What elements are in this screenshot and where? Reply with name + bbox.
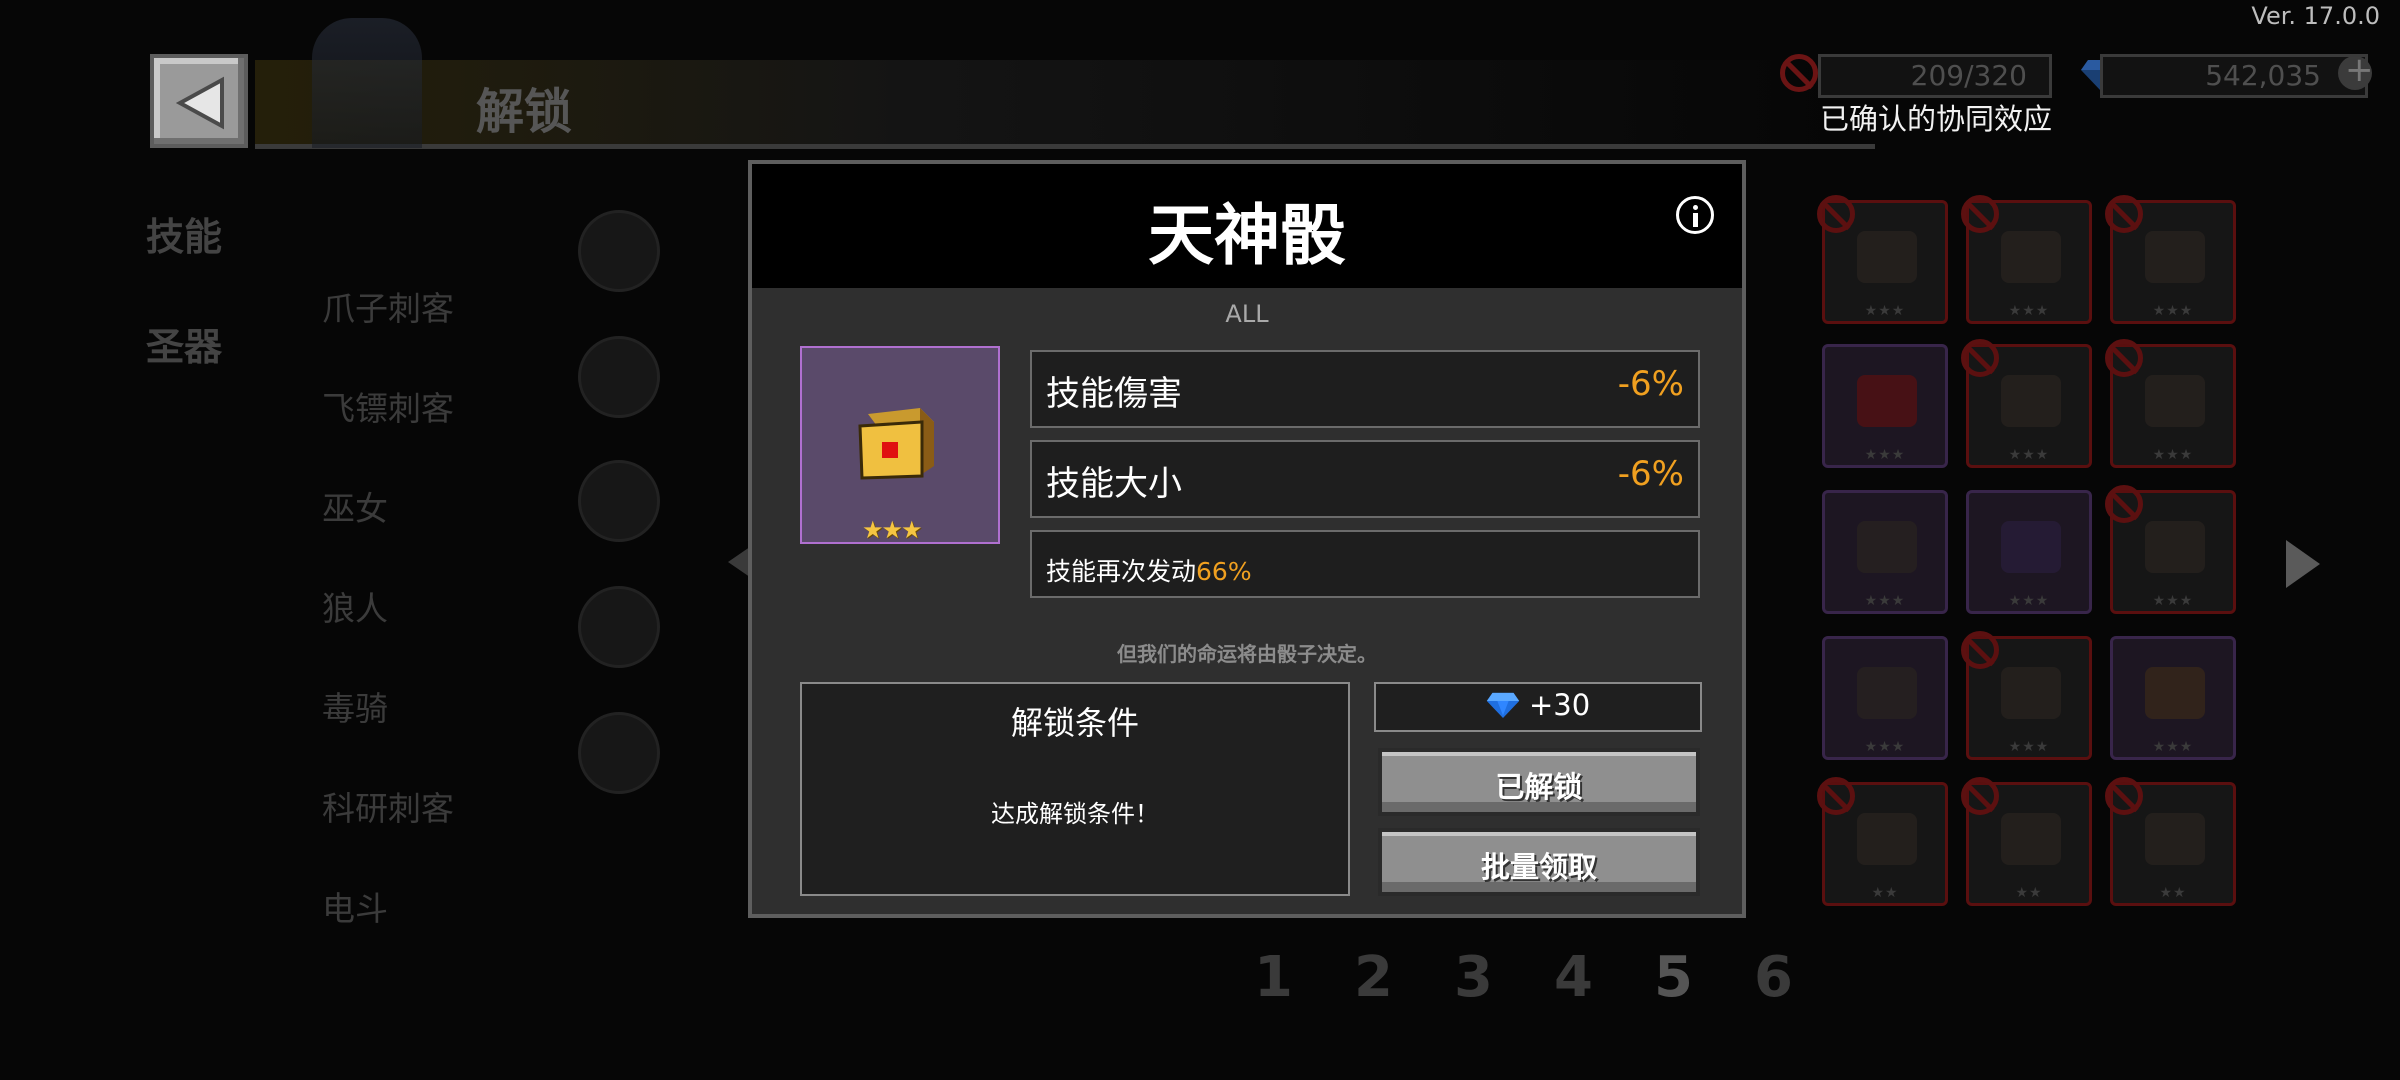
relic-slot[interactable]: ★★★: [2105, 195, 2236, 324]
reward-amount: +30: [1529, 688, 1591, 722]
character-portrait: [312, 18, 422, 148]
unlock-condition-box: 解锁条件 达成解锁条件！: [800, 682, 1350, 896]
extra-stat-value: 66%: [1196, 557, 1252, 586]
class-item[interactable]: 狼人: [322, 582, 388, 630]
relic-slot[interactable]: ★★★: [1822, 344, 1948, 468]
locked-count: 209/320: [1910, 59, 2027, 92]
extra-stat-row: 技能再次发动66%: [1030, 530, 1700, 598]
relic-icon-frame: ★★★: [800, 346, 1000, 544]
relic-slot[interactable]: ★★★: [1822, 636, 1948, 760]
search-filter-icon[interactable]: [578, 210, 660, 292]
gem-count-box: 542,035: [2100, 54, 2368, 98]
reward-line: +30: [1376, 688, 1700, 722]
batch-claim-button[interactable]: 批量领取: [1378, 828, 1700, 896]
relic-slot[interactable]: ★★★: [2105, 339, 2236, 468]
reward-box: +30: [1374, 682, 1702, 732]
stat-row: 技能大小 -6%: [1030, 440, 1700, 518]
flavor-text: 但我们的命运将由骰子决定。: [1117, 642, 1377, 666]
class-item[interactable]: 飞镖刺客: [322, 382, 454, 430]
unlock-condition-text: 达成解锁条件！: [991, 800, 1159, 828]
modal-title: 天神骰: [1148, 197, 1346, 274]
unlocked-button[interactable]: 已解锁: [1378, 748, 1700, 816]
relic-slot[interactable]: ★★★: [1966, 490, 2092, 614]
back-arrow-icon: [175, 76, 224, 130]
relic-detail-modal: 天神骰 ALL ★★★ 技能傷害 -6% 技能大小 -6% 技能再次发动66% …: [748, 160, 1746, 918]
modal-tag: ALL: [1225, 300, 1269, 328]
unlock-condition-title: 解锁条件: [1010, 704, 1139, 742]
version-label: Ver. 17.0.0: [2251, 2, 2380, 30]
plus-icon: +: [2345, 50, 2374, 90]
class-item[interactable]: 科研刺客: [322, 782, 454, 830]
stat-label: 技能傷害: [1046, 374, 1182, 414]
class-item[interactable]: 电斗: [322, 882, 388, 930]
extra-stat-text: 技能再次发动: [1046, 557, 1197, 586]
back-button[interactable]: [150, 54, 248, 148]
class-item[interactable]: 毒骑: [322, 682, 388, 730]
stat-label: 技能大小: [1046, 464, 1182, 504]
forbidden-icon: [1780, 54, 1818, 92]
class-item[interactable]: 爪子刺客: [322, 282, 454, 330]
info-icon[interactable]: [1676, 196, 1714, 234]
relic-slot[interactable]: ★★★: [2110, 636, 2236, 760]
auto-icon[interactable]: [578, 586, 660, 668]
relic-slot[interactable]: ★★★: [1817, 195, 1948, 324]
class-item[interactable]: 巫女: [322, 482, 388, 530]
page-button[interactable]: 4: [1554, 945, 1593, 1010]
scroll-icon[interactable]: [578, 336, 660, 418]
relic-slot[interactable]: ★★★: [1961, 195, 2092, 324]
locked-count-box: 209/320: [1818, 54, 2052, 98]
batch-claim-button-label: 批量领取: [1480, 850, 1597, 884]
title-divider: [255, 144, 1875, 149]
relic-slot[interactable]: ★★★: [1961, 339, 2092, 468]
relic-slot[interactable]: ★★★: [1822, 490, 1948, 614]
synergy-label[interactable]: 已确认的协同效应: [1820, 96, 2052, 138]
extra-stat-label: 技能再次发动66%: [1046, 552, 1252, 588]
stat-row: 技能傷害 -6%: [1030, 350, 1700, 428]
dice-icon: [858, 408, 934, 480]
unlocked-button-label: 已解锁: [1495, 770, 1583, 804]
tab-skills[interactable]: 技能: [146, 206, 222, 261]
forbidden-filter-icon[interactable]: [578, 460, 660, 542]
rarity-stars: ★★★: [862, 516, 923, 544]
relic-slot[interactable]: ★★: [2105, 777, 2236, 906]
next-page-arrow-icon[interactable]: [2286, 540, 2320, 588]
relic-slot[interactable]: ★★★: [2105, 485, 2236, 614]
page-title: 解锁: [476, 84, 573, 140]
reset-icon[interactable]: [578, 712, 660, 794]
page-button[interactable]: 1: [1254, 945, 1293, 1010]
stat-value: -6%: [1617, 454, 1684, 494]
page-button[interactable]: 3: [1454, 945, 1493, 1010]
stat-value: -6%: [1617, 364, 1684, 404]
diamond-icon: [1486, 692, 1519, 718]
page-button[interactable]: 2: [1354, 945, 1393, 1010]
gem-count: 542,035: [2205, 59, 2321, 92]
add-gem-button[interactable]: +: [2338, 50, 2374, 90]
relic-slot[interactable]: ★★: [1961, 777, 2092, 906]
relic-slot[interactable]: ★★★: [1961, 631, 2092, 760]
page-button[interactable]: 6: [1754, 945, 1793, 1010]
relic-slot[interactable]: ★★: [1817, 777, 1948, 906]
page-button-current[interactable]: 5: [1654, 945, 1693, 1010]
tab-relics[interactable]: 圣器: [146, 316, 222, 371]
